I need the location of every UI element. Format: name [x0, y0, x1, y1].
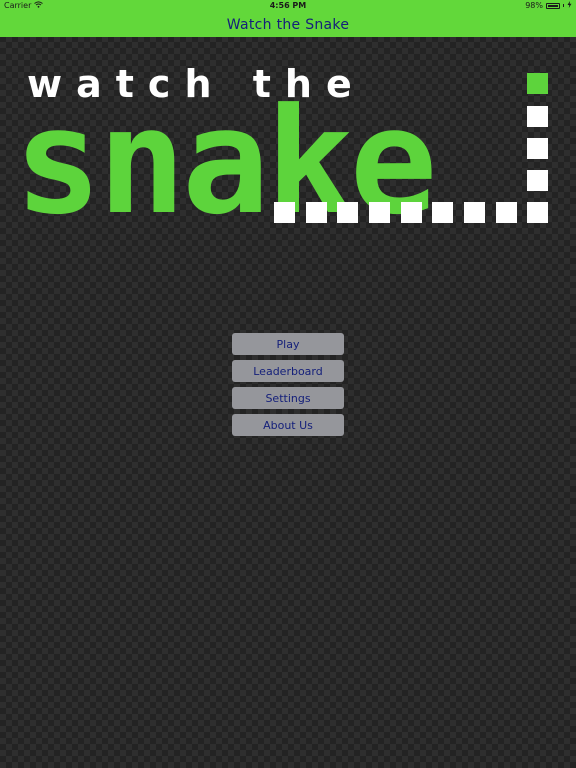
snake-body-square: [527, 138, 548, 159]
snake-body-square: [337, 202, 358, 223]
status-time: 4:56 PM: [269, 1, 307, 10]
snake-body-square: [274, 202, 295, 223]
battery-fill: [548, 4, 558, 7]
snake-body-square: [527, 170, 548, 191]
leaderboard-button[interactable]: Leaderboard: [232, 360, 344, 382]
play-button[interactable]: Play: [232, 333, 344, 355]
snake-head-square: [527, 73, 548, 94]
charging-icon: [567, 1, 572, 10]
status-right-group: 98%: [525, 1, 572, 10]
snake-body-square: [496, 202, 517, 223]
settings-button[interactable]: Settings: [232, 387, 344, 409]
about-us-button[interactable]: About Us: [232, 414, 344, 436]
battery-icon: [546, 2, 560, 9]
snake-body-square: [432, 202, 453, 223]
app-logo: watch the snake: [0, 37, 576, 237]
snake-body-square: [527, 202, 548, 223]
battery-cap: [563, 4, 564, 7]
status-bar: Carrier 4:56 PM 98%: [0, 0, 576, 12]
snake-body-square: [306, 202, 327, 223]
nav-title: Watch the Snake: [226, 16, 350, 33]
battery-percent: 98%: [525, 1, 543, 10]
nav-bar: Watch the Snake: [0, 12, 576, 37]
snake-body-square: [464, 202, 485, 223]
snake-body-square: [369, 202, 390, 223]
main-menu: Play Leaderboard Settings About Us: [232, 333, 344, 441]
snake-body-square: [401, 202, 422, 223]
snake-body-square: [527, 106, 548, 127]
